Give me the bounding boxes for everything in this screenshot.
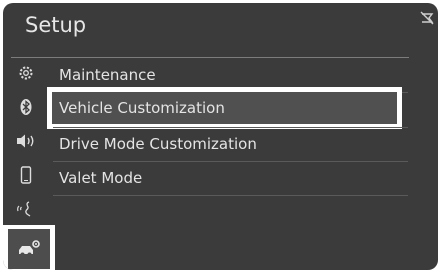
setup-screen: Setup Maintenance Vehicle Customization … xyxy=(3,3,438,270)
speaker-icon[interactable] xyxy=(11,128,41,154)
menu-item-label: Valet Mode xyxy=(59,169,143,187)
menu-item-label: Drive Mode Customization xyxy=(59,135,257,153)
bluetooth-icon[interactable] xyxy=(11,94,41,120)
menu-item-drive-mode-customization[interactable]: Drive Mode Customization xyxy=(51,127,401,161)
phone-icon[interactable] xyxy=(11,162,41,188)
voice-icon[interactable] xyxy=(11,196,41,222)
menu-item-label: Maintenance xyxy=(59,66,156,84)
vehicle-settings-icon[interactable] xyxy=(8,229,50,269)
sidebar-selected-highlight xyxy=(3,225,55,270)
page-title: Setup xyxy=(25,13,87,37)
selection-highlight-box xyxy=(47,87,402,129)
no-signal-icon xyxy=(420,10,434,25)
menu-divider xyxy=(53,195,408,196)
gear-icon[interactable] xyxy=(11,60,41,86)
menu-item-valet-mode[interactable]: Valet Mode xyxy=(51,161,401,195)
